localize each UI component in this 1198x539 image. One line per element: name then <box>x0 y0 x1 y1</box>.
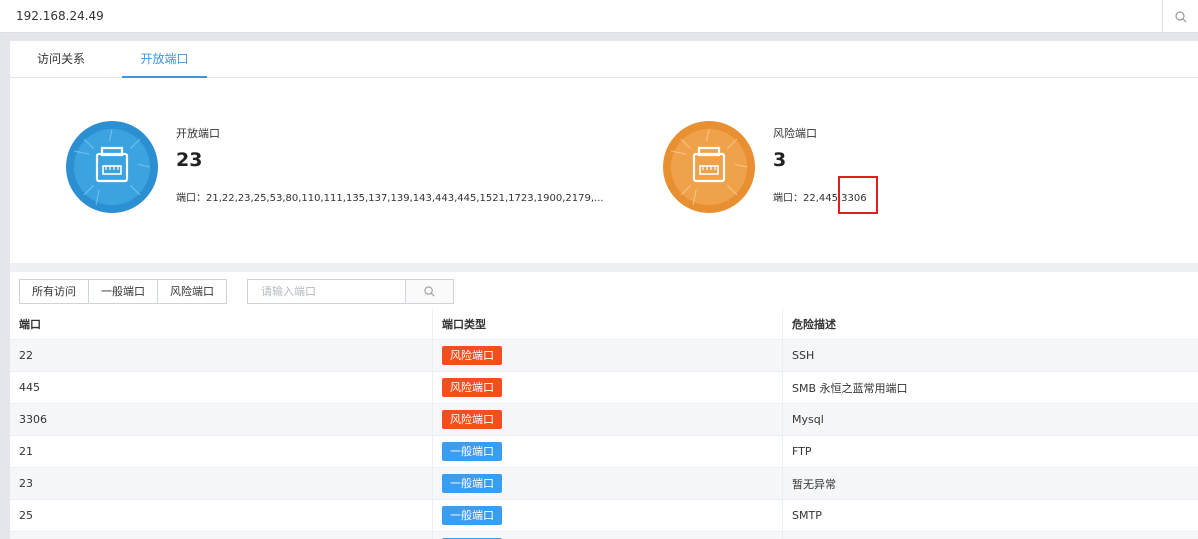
filter-risk-button[interactable]: 风险端口 <box>157 279 227 304</box>
search-icon <box>1174 10 1186 22</box>
ethernet-port-icon <box>670 128 748 206</box>
port-type-badge: 一般端口 <box>442 442 502 461</box>
table-row[interactable]: 21 一般端口 FTP <box>10 436 1198 468</box>
risk-desc-cell: Mysql <box>782 404 1198 435</box>
open-ports-list: 端口：21,22,23,25,53,80,110,111,135,137,139… <box>176 193 604 204</box>
risk-desc-cell: SMB 永恒之蓝常用端口 <box>782 372 1198 403</box>
risk-desc-cell: SMTP <box>782 500 1198 531</box>
port-type-cell: 风险端口 <box>432 372 782 403</box>
section-divider <box>10 263 1198 272</box>
filter-button-group: 所有访问 一般端口 风险端口 <box>19 279 227 304</box>
ethernet-port-icon <box>73 128 151 206</box>
header-risk-desc[interactable]: 危险描述 <box>782 309 1198 339</box>
search-icon <box>424 286 435 297</box>
port-type-cell: 一般端口 <box>432 436 782 467</box>
port-cell <box>19 532 431 539</box>
port-cell: 25 <box>19 509 33 522</box>
search-button[interactable] <box>1162 0 1198 33</box>
port-type-badge: 一般端口 <box>442 474 502 493</box>
port-search <box>247 279 454 304</box>
address-value[interactable]: 192.168.24.49 <box>16 9 104 23</box>
open-ports-ring <box>66 121 158 213</box>
tab-access-relation[interactable]: 访问关系 <box>20 41 102 78</box>
port-type-cell: 一般端口 <box>432 532 782 539</box>
open-ports-count: 23 <box>176 149 203 171</box>
address-search-bar[interactable]: 192.168.24.49 <box>0 0 1198 33</box>
tab-open-ports[interactable]: 开放端口 <box>122 41 207 78</box>
port-type-badge: 风险端口 <box>442 410 502 429</box>
port-type-cell: 一般端口 <box>432 500 782 531</box>
port-search-input[interactable] <box>248 280 406 303</box>
filter-all-button[interactable]: 所有访问 <box>19 279 89 304</box>
header-port-type[interactable]: 端口类型 <box>432 309 782 339</box>
port-cell: 445 <box>19 381 40 394</box>
port-cell: 22 <box>19 349 33 362</box>
table-row[interactable]: 3306 风险端口 Mysql <box>10 404 1198 436</box>
port-type-cell: 一般端口 <box>432 468 782 499</box>
ports-table: 端口 端口类型 危险描述 22 风险端口 SSH 445 风险端口 SMB 永恒… <box>10 309 1198 539</box>
table-row[interactable]: 一般端口 <box>10 532 1198 539</box>
port-type-cell: 风险端口 <box>432 404 782 435</box>
risk-ports-ring <box>663 121 755 213</box>
port-type-cell: 风险端口 <box>432 340 782 371</box>
risk-ports-count: 3 <box>773 149 787 171</box>
risk-ports-label: 风险端口 <box>773 127 817 140</box>
port-search-button[interactable] <box>405 280 453 303</box>
table-row[interactable]: 25 一般端口 SMTP <box>10 500 1198 532</box>
table-header: 端口 端口类型 危险描述 <box>10 309 1198 340</box>
tab-bar: 访问关系 开放端口 <box>10 41 1198 78</box>
port-type-badge: 一般端口 <box>442 506 502 525</box>
port-cell: 21 <box>19 445 33 458</box>
risk-desc-cell: FTP <box>782 436 1198 467</box>
table-row[interactable]: 23 一般端口 暂无异常 <box>10 468 1198 500</box>
port-card: 访问关系 开放端口 开放端口 23 端口：21,22,23,25,53,80,1… <box>10 41 1198 539</box>
risk-desc-cell <box>782 532 1198 539</box>
port-cell: 3306 <box>19 413 47 426</box>
risk-desc-cell: 暂无异常 <box>782 468 1198 499</box>
risk-desc-cell: SSH <box>782 340 1198 371</box>
table-row[interactable]: 22 风险端口 SSH <box>10 340 1198 372</box>
port-type-badge: 风险端口 <box>442 346 502 365</box>
port-cell: 23 <box>19 477 33 490</box>
annotation-highlight-box <box>838 176 878 214</box>
port-type-badge: 风险端口 <box>442 378 502 397</box>
open-ports-label: 开放端口 <box>176 127 220 140</box>
header-port[interactable]: 端口 <box>19 309 431 339</box>
table-row[interactable]: 445 风险端口 SMB 永恒之蓝常用端口 <box>10 372 1198 404</box>
filter-normal-button[interactable]: 一般端口 <box>88 279 158 304</box>
